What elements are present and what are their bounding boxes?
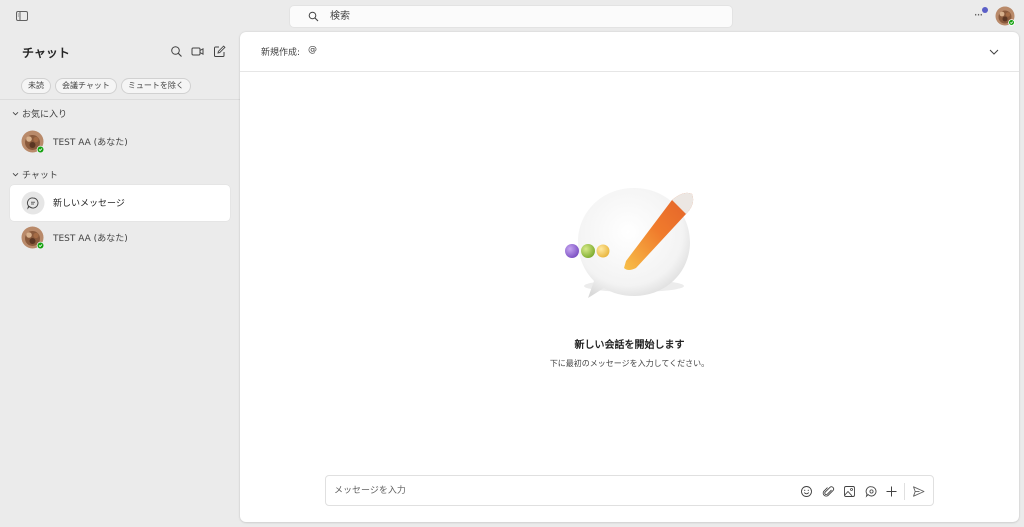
- section-label: チャット: [22, 171, 58, 181]
- sidebar-title: チャット: [22, 46, 70, 60]
- search-icon: [308, 11, 319, 22]
- new-chat-header: 新規作成: @: [240, 32, 1019, 72]
- search-input[interactable]: [330, 8, 710, 25]
- section-favorites[interactable]: お気に入り: [12, 107, 67, 120]
- search-chats-icon[interactable]: [170, 45, 183, 58]
- section-chats[interactable]: チャット: [12, 168, 58, 181]
- message-input[interactable]: [334, 483, 784, 499]
- title-bar: ···: [0, 0, 1024, 32]
- meet-now-video-icon[interactable]: [191, 45, 204, 58]
- sidebar-divider: [0, 99, 240, 100]
- search-box[interactable]: [290, 6, 732, 27]
- empty-state-subtitle: 下に最初のメッセージを入力してください。: [549, 359, 710, 368]
- chevron-down-icon: [12, 110, 19, 117]
- filter-unread[interactable]: 未読: [21, 78, 51, 94]
- chat-item-name: 新しいメッセージ: [53, 199, 125, 209]
- sidebar-toggle-icon[interactable]: [15, 9, 29, 23]
- new-chat-compose-icon[interactable]: [213, 45, 226, 58]
- chat-item-name: TEST AA (あなた): [53, 234, 128, 244]
- send-icon[interactable]: [912, 485, 925, 498]
- chat-filters: 未読 会議チャット ミュートを除く: [21, 78, 191, 94]
- chat-item-self[interactable]: TEST AA (あなた): [10, 220, 230, 256]
- loop-component-icon[interactable]: [865, 485, 878, 498]
- profile-avatar[interactable]: [995, 6, 1016, 27]
- new-conversation-illustration: [562, 182, 700, 306]
- add-plus-icon[interactable]: [885, 485, 898, 498]
- new-chat-avatar: [21, 191, 45, 215]
- chat-item-name: TEST AA (あなた): [53, 138, 128, 148]
- notification-badge: [982, 7, 988, 13]
- chevron-down-icon: [12, 171, 19, 178]
- empty-state-title: 新しい会話を開始します: [574, 340, 685, 351]
- emoji-icon[interactable]: [800, 485, 813, 498]
- attach-file-icon[interactable]: [822, 485, 835, 498]
- insert-image-icon[interactable]: [843, 485, 856, 498]
- message-composer: [325, 475, 934, 506]
- filter-exclude-muted[interactable]: ミュートを除く: [120, 78, 191, 94]
- new-chat-to-label: 新規作成:: [261, 48, 301, 58]
- chevron-down-icon[interactable]: [988, 46, 1000, 58]
- filter-meeting-chats[interactable]: 会議チャット: [55, 78, 117, 94]
- section-label: お気に入り: [22, 110, 68, 120]
- toolbar-divider: [904, 483, 905, 500]
- chat-sidebar: チャット 未読 会議チャット ミュートを除く お気に入り TEST AA (あな…: [0, 32, 240, 527]
- chat-item-self-favorite[interactable]: TEST AA (あなた): [10, 124, 230, 160]
- avatar: [21, 226, 45, 250]
- recipient-input[interactable]: @: [308, 45, 317, 55]
- conversation-panel: 新規作成: @ 新しい会話を開始します 下に最初のメッセージを入力してください。…: [240, 32, 1019, 522]
- avatar: [21, 130, 45, 154]
- chat-item-new-message[interactable]: 新しいメッセージ: [10, 185, 230, 221]
